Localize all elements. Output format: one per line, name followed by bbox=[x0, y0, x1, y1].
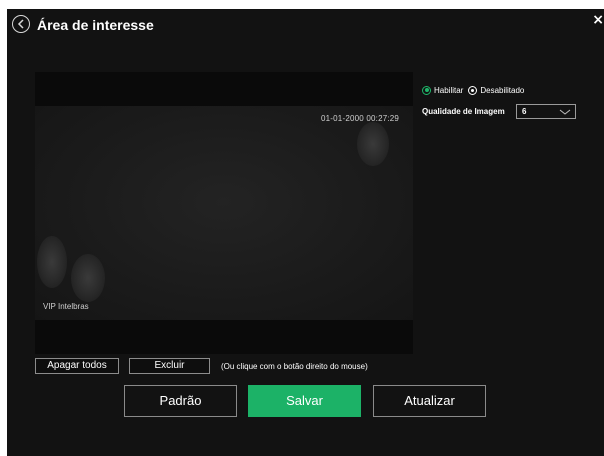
right-click-hint: (Ou clique com o botão direito do mouse) bbox=[221, 362, 368, 371]
page-title: Área de interesse bbox=[37, 17, 154, 33]
close-icon[interactable]: × bbox=[592, 12, 604, 28]
disable-radio[interactable] bbox=[468, 85, 478, 95]
light-spot bbox=[71, 254, 105, 302]
enable-radio[interactable] bbox=[422, 85, 431, 95]
quality-label: Qualidade de Imagem bbox=[422, 107, 505, 116]
roi-controls: Habilitar Desabilitado Qualidade de Imag… bbox=[422, 84, 576, 119]
back-arrow-icon bbox=[17, 19, 24, 29]
camera-name: VIP Intelbras bbox=[43, 302, 89, 311]
quality-row: Qualidade de Imagem 6 bbox=[422, 104, 592, 119]
refresh-button[interactable]: Atualizar bbox=[373, 385, 486, 417]
light-spot bbox=[357, 122, 389, 166]
default-button[interactable]: Padrão bbox=[124, 385, 237, 417]
video-frame bbox=[35, 106, 413, 320]
chevron-down-icon bbox=[559, 109, 571, 115]
quality-select-value: 6 bbox=[522, 107, 527, 116]
save-button[interactable]: Salvar bbox=[248, 385, 361, 417]
back-button[interactable] bbox=[12, 15, 30, 33]
delete-button[interactable]: Excluir bbox=[129, 358, 210, 374]
quality-select[interactable]: 6 bbox=[516, 104, 576, 119]
enable-radio-group: Habilitar Desabilitado bbox=[422, 84, 529, 96]
disable-radio-label[interactable]: Desabilitado bbox=[480, 86, 524, 95]
title-bar: Área de interesse × bbox=[7, 9, 604, 43]
roi-dialog: Área de interesse × 01-01-2000 00:27:29 … bbox=[7, 9, 604, 456]
enable-radio-label[interactable]: Habilitar bbox=[434, 86, 463, 95]
light-spot bbox=[37, 236, 67, 288]
video-preview[interactable]: 01-01-2000 00:27:29 VIP Intelbras bbox=[35, 72, 413, 354]
video-timestamp: 01-01-2000 00:27:29 bbox=[321, 114, 400, 123]
clear-all-button[interactable]: Apagar todos bbox=[35, 358, 119, 374]
